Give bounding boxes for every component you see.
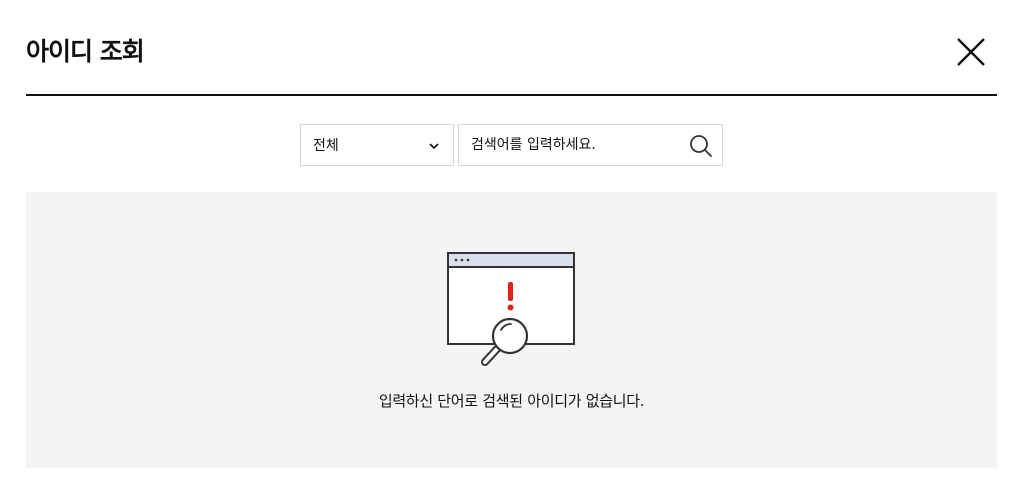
search-input[interactable] bbox=[471, 125, 686, 165]
search-field bbox=[458, 124, 723, 166]
close-icon bbox=[957, 38, 985, 66]
search-bar: 전체 bbox=[300, 124, 723, 166]
chevron-down-icon bbox=[429, 143, 439, 150]
dialog-header: 아이디 조회 bbox=[26, 0, 997, 96]
id-lookup-dialog: 아이디 조회 전체 검색어를 입력하세요. 입력하신 단어로 검색된 아이디가 … bbox=[0, 0, 1036, 493]
search-button[interactable] bbox=[688, 133, 714, 159]
close-button[interactable] bbox=[955, 36, 987, 68]
no-results-browser-icon bbox=[447, 252, 575, 366]
empty-result-message: 입력하신 단어로 검색된 아이디가 없습니다. bbox=[378, 392, 645, 410]
dialog-title: 아이디 조회 bbox=[26, 37, 145, 66]
search-results-panel: 입력하신 단어로 검색된 아이디가 없습니다. bbox=[26, 192, 997, 468]
filter-select[interactable]: 전체 bbox=[300, 124, 454, 166]
filter-select-value: 전체 bbox=[313, 138, 339, 154]
search-icon bbox=[690, 135, 712, 157]
